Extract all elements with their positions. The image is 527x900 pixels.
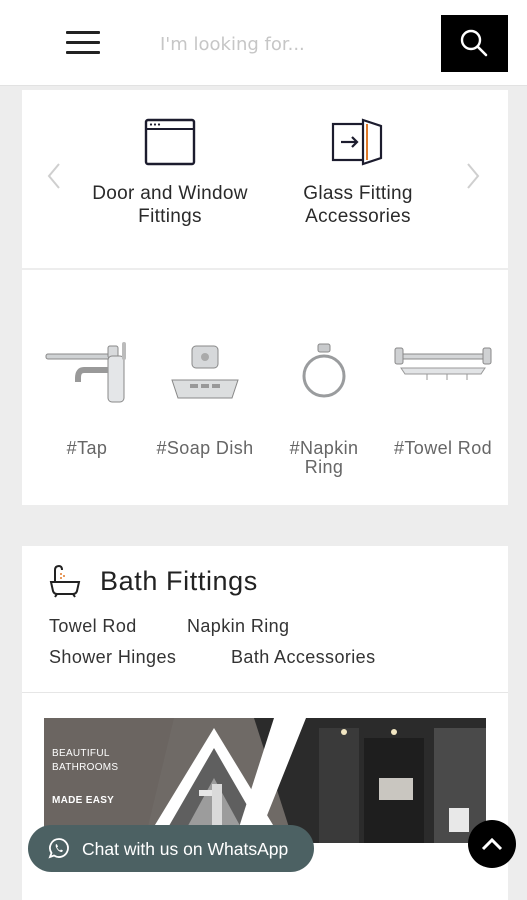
tag-label: #Tap bbox=[66, 438, 108, 458]
category-door-window-fittings[interactable]: Door and Window Fittings bbox=[70, 90, 270, 228]
scroll-to-top-button[interactable] bbox=[468, 820, 516, 868]
tap-image bbox=[45, 342, 126, 403]
link-towel-rod[interactable]: Towel Rod bbox=[49, 616, 137, 637]
tag-label: #Towel Rod bbox=[393, 438, 493, 458]
chevron-right-icon[interactable] bbox=[463, 160, 483, 192]
tag-tap[interactable]: #Tap bbox=[32, 320, 142, 458]
towel-rod-image bbox=[394, 347, 492, 380]
banner-text: BEAUTIFUL bbox=[52, 748, 110, 759]
section-divider bbox=[22, 692, 508, 693]
hamburger-menu-icon[interactable] bbox=[64, 26, 102, 58]
bathtub-icon bbox=[49, 564, 81, 598]
tag-napkin-ring[interactable]: #Napkin Ring bbox=[269, 320, 379, 477]
link-shower-hinges[interactable]: Shower Hinges bbox=[49, 647, 176, 668]
menu-bar bbox=[66, 41, 100, 44]
search-button[interactable] bbox=[441, 15, 508, 72]
tag-label: #Napkin Ring bbox=[289, 438, 359, 477]
tag-label: #Soap Dish bbox=[156, 438, 254, 458]
top-header bbox=[0, 0, 527, 86]
tag-towel-rod[interactable]: #Towel Rod bbox=[388, 320, 498, 458]
whatsapp-chat-button[interactable]: Chat with us on WhatsApp bbox=[28, 825, 314, 872]
browser-window-icon bbox=[144, 118, 196, 166]
category-label: Glass Fitting Accessories bbox=[303, 183, 413, 227]
search-input[interactable] bbox=[150, 22, 430, 66]
link-napkin-ring[interactable]: Napkin Ring bbox=[187, 616, 289, 637]
search-icon bbox=[460, 29, 488, 57]
banner-text: BATHROOMS bbox=[52, 762, 119, 773]
category-glass-fitting-accessories[interactable]: Glass Fitting Accessories bbox=[258, 90, 458, 228]
category-carousel: Door and Window Fittings Glass Fitting A… bbox=[22, 90, 508, 268]
tag-soap-dish[interactable]: #Soap Dish bbox=[150, 320, 260, 458]
banner-text: MADE EASY bbox=[52, 795, 115, 806]
category-label: Door and Window Fittings bbox=[92, 183, 248, 227]
menu-bar bbox=[66, 31, 100, 34]
door-enter-icon bbox=[331, 118, 383, 166]
chevron-up-icon bbox=[481, 837, 503, 851]
chevron-left-icon[interactable] bbox=[44, 160, 64, 192]
soap-dish-image bbox=[171, 345, 239, 399]
whatsapp-label: Chat with us on WhatsApp bbox=[82, 839, 289, 859]
whatsapp-icon bbox=[48, 838, 69, 859]
napkin-ring-image bbox=[302, 343, 346, 398]
link-bath-accessories[interactable]: Bath Accessories bbox=[231, 647, 375, 668]
menu-bar bbox=[66, 51, 100, 54]
product-tags-section: #Tap #Soap Dish #Napkin Ring #Towel Rod bbox=[22, 270, 508, 505]
section-title: Bath Fittings bbox=[100, 566, 258, 596]
